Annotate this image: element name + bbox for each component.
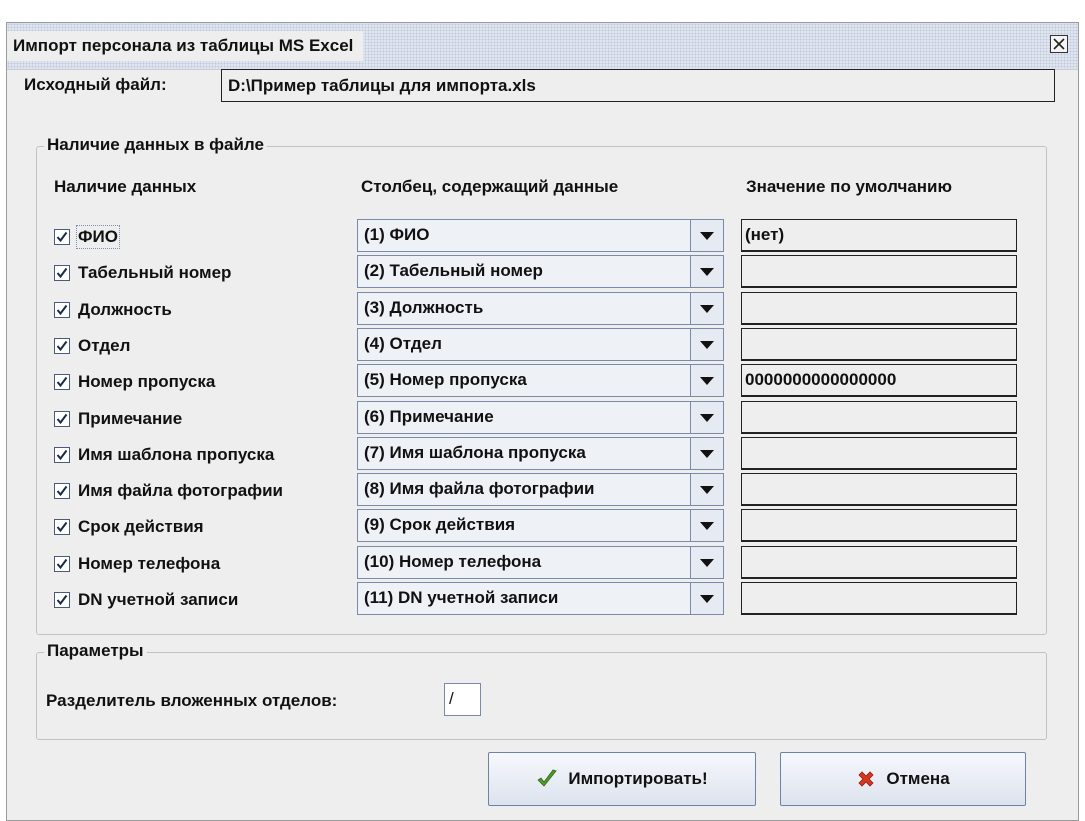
import-button-label: Импортировать! — [568, 769, 708, 788]
chevron-down-icon[interactable] — [690, 402, 723, 433]
column-select-value: (9) Срок действия — [364, 515, 516, 534]
row-label: Номер пропуска — [78, 372, 216, 391]
checkbox-icon[interactable] — [54, 411, 70, 427]
row-checkbox-2[interactable]: Табельный номер — [54, 263, 231, 283]
chevron-down-icon[interactable] — [690, 293, 723, 324]
cancel-button[interactable]: Отмена — [780, 752, 1026, 806]
column-select-8[interactable]: (8) Имя файла фотографии — [357, 473, 724, 506]
chevron-down-icon[interactable] — [690, 365, 723, 396]
row-label: Примечание — [78, 409, 183, 428]
column-select-11[interactable]: (11) DN учетной записи — [357, 582, 724, 615]
column-select-4[interactable]: (4) Отдел — [357, 328, 724, 361]
close-icon[interactable] — [1050, 35, 1068, 53]
column-select-5[interactable]: (5) Номер пропуска — [357, 364, 724, 397]
column-select-value: (6) Примечание — [364, 407, 494, 426]
checkmark-icon — [537, 769, 558, 787]
column-select-2[interactable]: (2) Табельный номер — [357, 255, 724, 288]
checkbox-icon[interactable] — [54, 302, 70, 318]
checkbox-icon[interactable] — [54, 265, 70, 281]
default-value-field-8[interactable] — [741, 473, 1017, 506]
column-select-value: (10) Номер телефона — [364, 552, 542, 571]
chevron-down-icon[interactable] — [690, 510, 723, 541]
row-label: DN учетной записи — [78, 590, 239, 609]
column-select-value: (4) Отдел — [364, 334, 442, 353]
default-value-field-4[interactable] — [741, 328, 1017, 361]
column-header-source-column: Столбец, содержащий данные — [361, 177, 619, 196]
default-value-field-2[interactable] — [741, 255, 1017, 288]
column-select-10[interactable]: (10) Номер телефона — [357, 546, 724, 579]
checkbox-icon[interactable] — [54, 519, 70, 535]
chevron-down-icon[interactable] — [690, 220, 723, 251]
chevron-down-icon[interactable] — [690, 547, 723, 578]
default-value-field-5[interactable]: 0000000000000000 — [741, 364, 1017, 397]
column-select-value: (7) Имя шаблона пропуска — [364, 443, 586, 462]
row-label: Номер телефона — [78, 554, 221, 573]
cross-icon — [858, 771, 874, 787]
checkbox-icon[interactable] — [54, 338, 70, 354]
default-value-field-11[interactable] — [741, 582, 1017, 615]
column-select-value: (11) DN учетной записи — [364, 588, 559, 607]
column-select-value: (1) ФИО — [364, 225, 430, 244]
department-separator-label: Разделитель вложенных отделов: — [46, 691, 338, 710]
row-label: Отдел — [78, 336, 131, 355]
row-checkbox-8[interactable]: Имя файла фотографии — [54, 481, 283, 501]
row-checkbox-4[interactable]: Отдел — [54, 336, 130, 356]
checkbox-icon[interactable] — [54, 483, 70, 499]
default-value-field-9[interactable] — [741, 509, 1017, 542]
column-select-3[interactable]: (3) Должность — [357, 292, 724, 325]
data-presence-legend: Наличие данных в файле — [44, 135, 267, 155]
row-label: Срок действия — [78, 517, 204, 536]
department-separator-input[interactable]: / — [444, 683, 481, 716]
column-select-value: (5) Номер пропуска — [364, 370, 527, 389]
row-label: ФИО — [76, 225, 120, 249]
row-checkbox-7[interactable]: Имя шаблона пропуска — [54, 445, 274, 465]
default-value-field-1[interactable]: (нет) — [741, 219, 1017, 252]
parameters-legend: Параметры — [44, 641, 147, 661]
column-header-presence: Наличие данных — [54, 177, 197, 196]
default-value-field-6[interactable] — [741, 401, 1017, 434]
checkbox-icon[interactable] — [54, 592, 70, 608]
column-select-7[interactable]: (7) Имя шаблона пропуска — [357, 437, 724, 470]
column-header-default-value: Значение по умолчанию — [746, 177, 953, 196]
row-label: Имя шаблона пропуска — [78, 445, 275, 464]
column-select-value: (2) Табельный номер — [364, 261, 543, 280]
row-checkbox-6[interactable]: Примечание — [54, 409, 182, 429]
column-select-9[interactable]: (9) Срок действия — [357, 509, 724, 542]
chevron-down-icon[interactable] — [690, 256, 723, 287]
chevron-down-icon[interactable] — [690, 583, 723, 614]
checkbox-icon[interactable] — [54, 447, 70, 463]
column-select-value: (8) Имя файла фотографии — [364, 479, 595, 498]
row-checkbox-5[interactable]: Номер пропуска — [54, 372, 215, 392]
row-label: Должность — [78, 300, 172, 319]
chevron-down-icon[interactable] — [690, 474, 723, 505]
row-label: Табельный номер — [78, 263, 232, 282]
column-select-1[interactable]: (1) ФИО — [357, 219, 724, 252]
row-checkbox-1[interactable]: ФИО — [54, 225, 120, 249]
row-label: Имя файла фотографии — [78, 481, 283, 500]
row-checkbox-11[interactable]: DN учетной записи — [54, 590, 238, 610]
default-value-field-7[interactable] — [741, 437, 1017, 470]
row-checkbox-3[interactable]: Должность — [54, 300, 172, 320]
checkbox-icon[interactable] — [54, 229, 70, 245]
column-select-6[interactable]: (6) Примечание — [357, 401, 724, 434]
chevron-down-icon[interactable] — [690, 438, 723, 469]
source-file-label: Исходный файл: — [24, 75, 167, 94]
row-checkbox-9[interactable]: Срок действия — [54, 517, 204, 537]
column-select-value: (3) Должность — [364, 298, 484, 317]
row-checkbox-10[interactable]: Номер телефона — [54, 554, 220, 574]
checkbox-icon[interactable] — [54, 556, 70, 572]
checkbox-icon[interactable] — [54, 374, 70, 390]
source-file-field: D:\Пример таблицы для импорта.xls — [221, 69, 1055, 102]
chevron-down-icon[interactable] — [690, 329, 723, 360]
title-bar[interactable]: Импорт персонала из таблицы MS Excel — [7, 23, 1078, 70]
window-title: Импорт персонала из таблицы MS Excel — [7, 31, 364, 61]
cancel-button-label: Отмена — [886, 769, 950, 788]
default-value-field-3[interactable] — [741, 292, 1017, 325]
import-button[interactable]: Импортировать! — [488, 752, 756, 806]
default-value-field-10[interactable] — [741, 546, 1017, 579]
